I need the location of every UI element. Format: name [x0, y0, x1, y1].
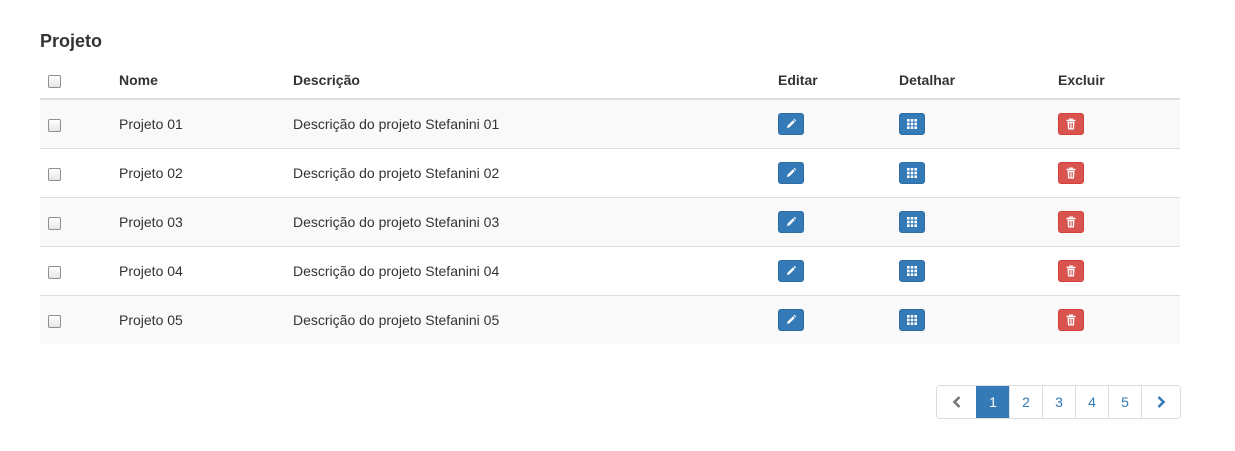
- delete-button[interactable]: [1058, 162, 1084, 184]
- chevron-right-icon: [1157, 396, 1166, 409]
- delete-button[interactable]: [1058, 211, 1084, 233]
- row-detail-cell: [899, 197, 1058, 247]
- row-nome: Projeto 05: [119, 295, 293, 344]
- row-descricao: Descrição do projeto Stefanini 01: [293, 99, 778, 149]
- row-select-cell: [40, 197, 119, 247]
- pagination-page-4[interactable]: 4: [1075, 386, 1108, 418]
- grid-icon: [907, 315, 917, 325]
- header-excluir: Excluir: [1058, 62, 1180, 100]
- detail-button[interactable]: [899, 113, 925, 135]
- row-edit-cell: [778, 295, 899, 344]
- pagination-page-2[interactable]: 2: [1009, 386, 1042, 418]
- header-select-all-cell: [40, 62, 119, 100]
- row-delete-cell: [1058, 197, 1180, 247]
- row-checkbox[interactable]: [48, 167, 61, 181]
- delete-button[interactable]: [1058, 309, 1084, 331]
- row-select-cell: [40, 246, 119, 296]
- pagination-page-1[interactable]: 1: [976, 386, 1009, 418]
- row-edit-cell: [778, 197, 899, 247]
- trash-icon: [1066, 167, 1076, 179]
- pencil-icon: [787, 265, 797, 275]
- pencil-icon: [787, 167, 797, 177]
- grid-icon: [907, 217, 917, 227]
- pagination-prev-button[interactable]: [937, 386, 976, 418]
- delete-button[interactable]: [1058, 260, 1084, 282]
- row-delete-cell: [1058, 246, 1180, 296]
- edit-button[interactable]: [778, 211, 804, 233]
- row-select-cell: [40, 99, 119, 149]
- table-row: Projeto 05 Descrição do projeto Stefanin…: [40, 295, 1180, 344]
- detail-button[interactable]: [899, 260, 925, 282]
- trash-icon: [1066, 216, 1076, 228]
- row-edit-cell: [778, 148, 899, 198]
- row-select-cell: [40, 295, 119, 344]
- row-checkbox[interactable]: [48, 118, 61, 132]
- trash-icon: [1066, 118, 1076, 130]
- row-checkbox[interactable]: [48, 216, 61, 230]
- row-detail-cell: [899, 246, 1058, 296]
- row-edit-cell: [778, 99, 899, 149]
- row-detail-cell: [899, 148, 1058, 198]
- row-descricao: Descrição do projeto Stefanini 04: [293, 246, 778, 296]
- table-row: Projeto 01 Descrição do projeto Stefanin…: [40, 99, 1180, 149]
- pencil-icon: [787, 314, 797, 324]
- header-editar: Editar: [778, 62, 899, 100]
- page-title: Projeto: [40, 31, 103, 51]
- trash-icon: [1066, 265, 1076, 277]
- row-descricao: Descrição do projeto Stefanini 02: [293, 148, 778, 198]
- row-checkbox[interactable]: [48, 265, 61, 279]
- delete-button[interactable]: [1058, 113, 1084, 135]
- select-all-checkbox[interactable]: [48, 74, 61, 88]
- row-nome: Projeto 04: [119, 246, 293, 296]
- edit-button[interactable]: [778, 260, 804, 282]
- table-row: Projeto 02 Descrição do projeto Stefanin…: [40, 148, 1180, 198]
- projects-table: Nome Descrição Editar Detalhar Excluir P…: [40, 62, 1180, 344]
- pencil-icon: [787, 118, 797, 128]
- chevron-left-icon: [952, 396, 960, 409]
- row-nome: Projeto 02: [119, 148, 293, 198]
- table-row: Projeto 03 Descrição do projeto Stefanin…: [40, 197, 1180, 247]
- pagination-page-5[interactable]: 5: [1108, 386, 1141, 418]
- pagination-next-button[interactable]: [1141, 386, 1180, 418]
- detail-button[interactable]: [899, 309, 925, 331]
- header-descricao[interactable]: Descrição: [293, 62, 778, 100]
- trash-icon: [1066, 314, 1076, 326]
- detail-button[interactable]: [899, 211, 925, 233]
- page: Projeto Nome Descrição Editar Detalhar E…: [0, 0, 1235, 451]
- row-descricao: Descrição do projeto Stefanini 03: [293, 197, 778, 247]
- table-row: Projeto 04 Descrição do projeto Stefanin…: [40, 246, 1180, 296]
- row-edit-cell: [778, 246, 899, 296]
- edit-button[interactable]: [778, 113, 804, 135]
- row-delete-cell: [1058, 99, 1180, 149]
- detail-button[interactable]: [899, 162, 925, 184]
- row-checkbox[interactable]: [48, 314, 61, 328]
- grid-icon: [907, 266, 917, 276]
- edit-button[interactable]: [778, 162, 804, 184]
- grid-icon: [907, 168, 917, 178]
- header-detalhar: Detalhar: [899, 62, 1058, 100]
- row-delete-cell: [1058, 295, 1180, 344]
- pencil-icon: [787, 216, 797, 226]
- pagination-page-3[interactable]: 3: [1042, 386, 1075, 418]
- edit-button[interactable]: [778, 309, 804, 331]
- row-delete-cell: [1058, 148, 1180, 198]
- row-descricao: Descrição do projeto Stefanini 05: [293, 295, 778, 344]
- row-nome: Projeto 01: [119, 99, 293, 149]
- row-detail-cell: [899, 99, 1058, 149]
- row-select-cell: [40, 148, 119, 198]
- table-header-row: Nome Descrição Editar Detalhar Excluir: [40, 62, 1180, 100]
- row-detail-cell: [899, 295, 1058, 344]
- pagination: 1 2 3 4 5: [936, 385, 1181, 419]
- header-nome[interactable]: Nome: [119, 62, 293, 100]
- grid-icon: [907, 119, 917, 129]
- row-nome: Projeto 03: [119, 197, 293, 247]
